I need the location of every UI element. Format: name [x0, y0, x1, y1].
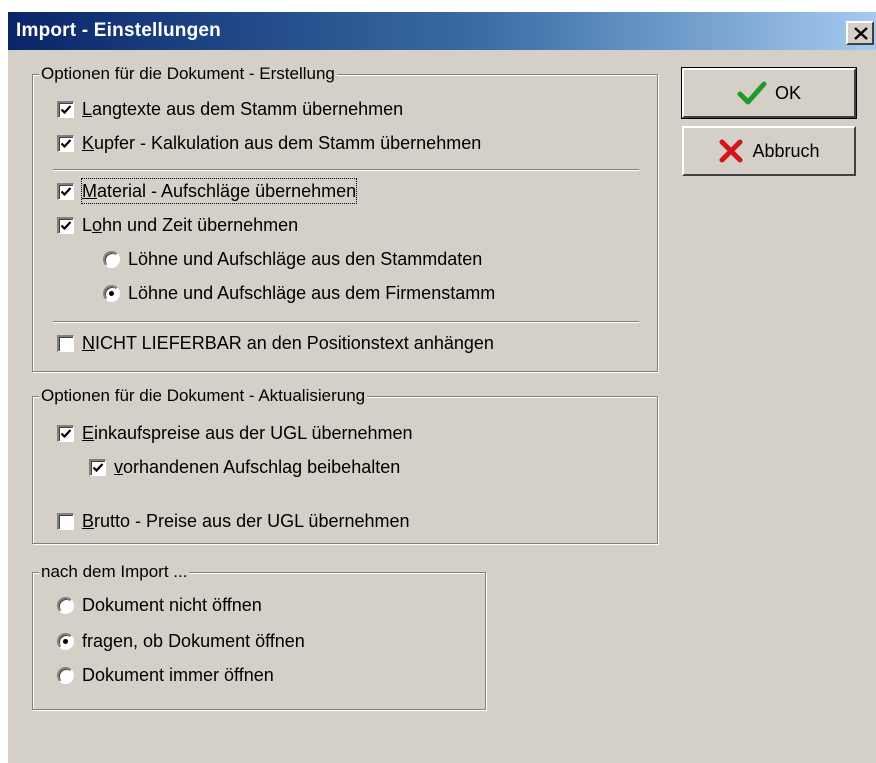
radio-loehne-firmenstamm-label: Löhne und Aufschläge aus dem Firmenstamm [128, 283, 496, 303]
radio-dokument-immer-oeffnen[interactable]: Dokument immer öffnen [57, 663, 274, 687]
radio-selected-dot [109, 290, 114, 296]
radio-selected-dot [63, 638, 68, 644]
separator [53, 321, 639, 323]
dialog-title: Import - Einstellungen [16, 20, 221, 41]
group-after-import-title: nach dem Import ... [39, 561, 190, 583]
checkbox-material-box[interactable] [57, 182, 74, 200]
checkbox-nicht-lieferbar-label: NICHT LIEFERBAR an den Positionstext anh… [82, 333, 494, 353]
checkmark-icon [60, 220, 72, 230]
cancel-button-label: Abbruch [752, 140, 820, 161]
checkbox-einkaufspreise[interactable]: Einkaufspreise aus der UGL übernehmen [57, 421, 413, 445]
import-settings-dialog: Import - Einstellungen OK Abbruch Option… [6, 10, 876, 763]
checkbox-langtexte-box[interactable] [57, 100, 74, 118]
close-icon [854, 27, 868, 40]
group-document-creation: Optionen für die Dokument - Erstellung L… [32, 63, 658, 372]
checkbox-aufschlag-beibehalten-box[interactable] [89, 458, 106, 476]
checkmark-icon [60, 104, 72, 114]
radio-dokument-nicht-oeffnen[interactable]: Dokument nicht öffnen [57, 593, 262, 617]
checkmark-icon [60, 138, 72, 148]
radio-dokument-nicht-oeffnen-button[interactable] [57, 596, 74, 614]
title-bar[interactable]: Import - Einstellungen [8, 12, 876, 50]
checkbox-material-label: Material - Aufschläge übernehmen [80, 178, 358, 204]
checkbox-aufschlag-beibehalten[interactable]: vorhandenen Aufschlag beibehalten [89, 455, 400, 479]
checkbox-aufschlag-beibehalten-label: vorhandenen Aufschlag beibehalten [114, 457, 401, 477]
checkbox-einkaufspreise-label: Einkaufspreise aus der UGL übernehmen [82, 423, 413, 443]
radio-dokument-immer-oeffnen-button[interactable] [57, 666, 74, 684]
ok-button[interactable]: OK [681, 67, 857, 119]
group-document-creation-title: Optionen für die Dokument - Erstellung [39, 63, 337, 85]
checkbox-nicht-lieferbar[interactable]: NICHT LIEFERBAR an den Positionstext anh… [57, 331, 494, 355]
checkmark-icon [60, 428, 72, 438]
cancel-button[interactable]: Abbruch [682, 126, 856, 176]
checkbox-kupfer[interactable]: Kupfer - Kalkulation aus dem Stamm übern… [57, 131, 481, 155]
checkbox-langtexte-label: Langtexte aus dem Stamm übernehmen [82, 99, 404, 119]
checkbox-lohn-label: Lohn und Zeit übernehmen [82, 215, 299, 235]
checkmark-icon [60, 186, 72, 196]
checkbox-langtexte[interactable]: Langtexte aus dem Stamm übernehmen [57, 97, 403, 121]
radio-loehne-stammdaten-label: Löhne und Aufschläge aus den Stammdaten [128, 249, 483, 269]
checkbox-lohn[interactable]: Lohn und Zeit übernehmen [57, 213, 298, 237]
checkbox-brutto[interactable]: Brutto - Preise aus der UGL übernehmen [57, 509, 410, 533]
radio-fragen-dokument-oeffnen-label: fragen, ob Dokument öffnen [82, 631, 305, 651]
checkbox-nicht-lieferbar-box[interactable] [57, 334, 74, 352]
group-document-update-title: Optionen für die Dokument - Aktualisieru… [39, 385, 368, 407]
radio-dokument-immer-oeffnen-label: Dokument immer öffnen [82, 665, 274, 685]
group-after-import: nach dem Import ... Dokument nicht öffne… [32, 561, 486, 710]
checkbox-lohn-box[interactable] [57, 216, 74, 234]
radio-fragen-dokument-oeffnen-button[interactable] [57, 632, 74, 650]
radio-loehne-stammdaten-button[interactable] [103, 250, 120, 268]
checkbox-kupfer-box[interactable] [57, 134, 74, 152]
red-x-icon [719, 139, 743, 163]
checkbox-einkaufspreise-box[interactable] [57, 424, 74, 442]
radio-loehne-firmenstamm[interactable]: Löhne und Aufschläge aus dem Firmenstamm [103, 281, 495, 305]
separator [53, 169, 639, 171]
radio-dokument-nicht-oeffnen-label: Dokument nicht öffnen [82, 595, 262, 615]
green-checkmark-icon [737, 81, 767, 105]
checkbox-kupfer-label: Kupfer - Kalkulation aus dem Stamm übern… [82, 133, 482, 153]
checkbox-brutto-box[interactable] [57, 512, 74, 530]
checkmark-icon [92, 462, 104, 472]
group-document-update: Optionen für die Dokument - Aktualisieru… [32, 385, 658, 544]
radio-loehne-firmenstamm-button[interactable] [103, 284, 120, 302]
checkbox-material[interactable]: Material - Aufschläge übernehmen [57, 178, 358, 204]
ok-button-label: OK [774, 82, 801, 103]
radio-fragen-dokument-oeffnen[interactable]: fragen, ob Dokument öffnen [57, 629, 305, 653]
checkbox-brutto-label: Brutto - Preise aus der UGL übernehmen [82, 511, 410, 531]
close-button[interactable] [846, 21, 874, 45]
radio-loehne-stammdaten[interactable]: Löhne und Aufschläge aus den Stammdaten [103, 247, 482, 271]
